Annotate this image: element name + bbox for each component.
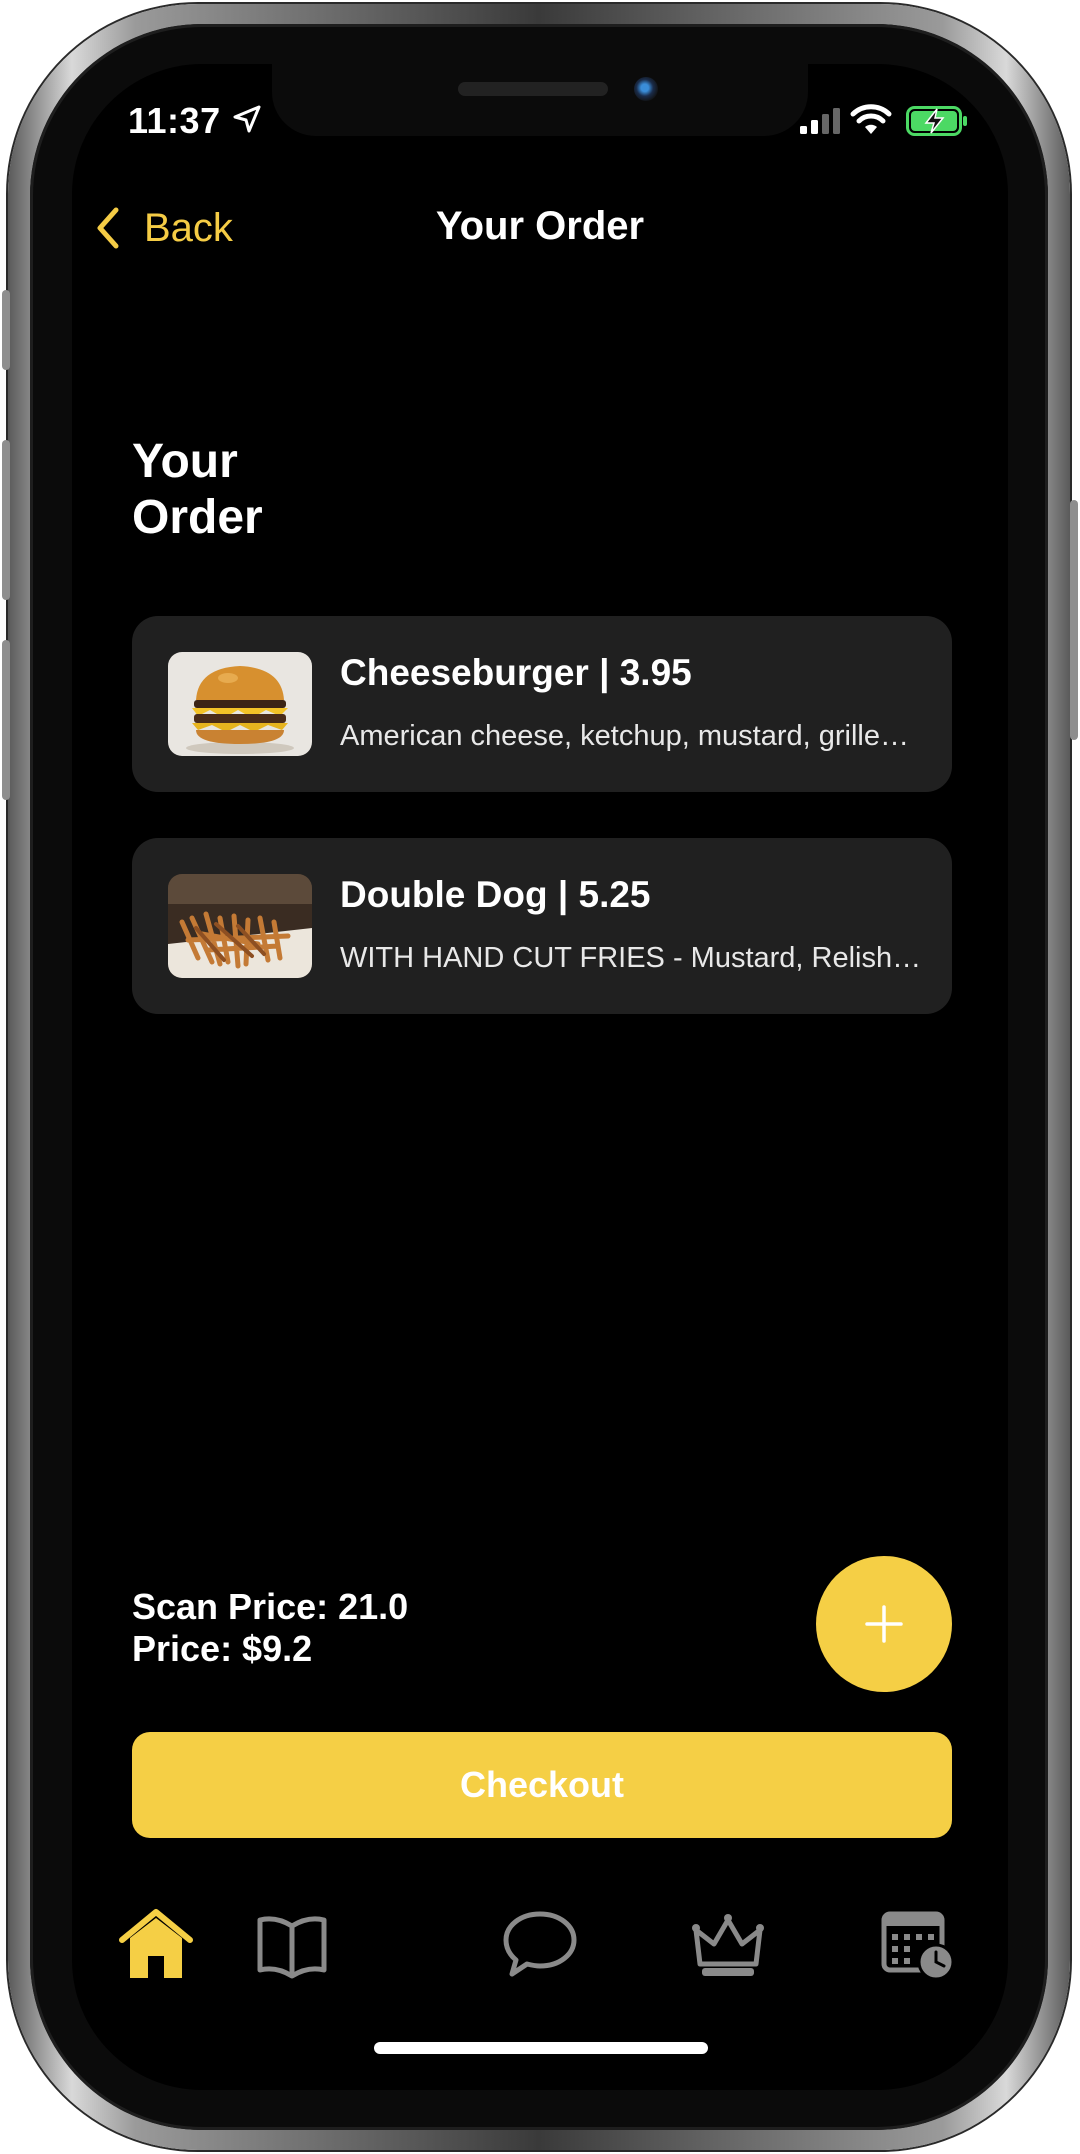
tab-home[interactable] [116,1904,196,1984]
nav-title: Your Order [435,204,645,248]
power-button [1070,500,1078,740]
add-item-button[interactable] [816,1556,952,1692]
volume-up-button [2,440,10,600]
front-camera [634,77,658,101]
crown-icon [692,1914,764,1976]
scan-price: Scan Price: 21.0 [132,1586,409,1627]
order-item-cheeseburger[interactable]: Cheeseburger | 3.95 American cheese, ket… [132,616,952,792]
order-item-double-dog[interactable]: Double Dog | 5.25 WITH HAND CUT FRIES - … [132,838,952,1014]
order-item-title: Cheeseburger | 3.95 [340,652,692,693]
order-item-description: WITH HAND CUT FRIES - Mustard, Relish, O… [340,942,924,974]
price-total: Price: $9.2 [132,1628,313,1669]
silent-switch [2,290,10,370]
tab-rewards[interactable] [688,1904,768,1984]
location-arrow-icon [233,105,261,133]
cheeseburger-photo [168,652,312,756]
tab-chat[interactable] [500,1904,580,1984]
notch [272,64,808,136]
calendar-clock-icon [881,1911,955,1981]
price-summary: Scan Price: 21.0 Price: $9.2 [132,1586,408,1670]
tab-bar [72,1904,1008,1984]
double-dog-photo [168,874,312,978]
page-title: Your Order [132,435,263,544]
chat-icon [503,1911,577,1977]
checkout-button[interactable]: Checkout [132,1732,952,1838]
order-item-description: American cheese, ketchup, mustard, grill… [340,720,924,752]
plus-icon [865,1605,903,1643]
order-item-title: Double Dog | 5.25 [340,874,651,915]
home-icon [119,1909,193,1978]
volume-down-button [2,640,10,800]
home-indicator[interactable] [374,2042,708,2054]
battery-charging-icon [906,106,967,136]
tab-menu[interactable] [252,1904,332,1984]
tab-reservations[interactable] [878,1904,958,1984]
menu-book-icon [257,1916,327,1979]
cellular-signal-icon [800,108,840,134]
wifi-icon [850,104,892,134]
speaker-grille [458,82,608,96]
app-screen: 11:37 Back Your Order Your Order Cheeseb… [72,64,1008,2090]
status-time: 11:37 [128,100,221,141]
